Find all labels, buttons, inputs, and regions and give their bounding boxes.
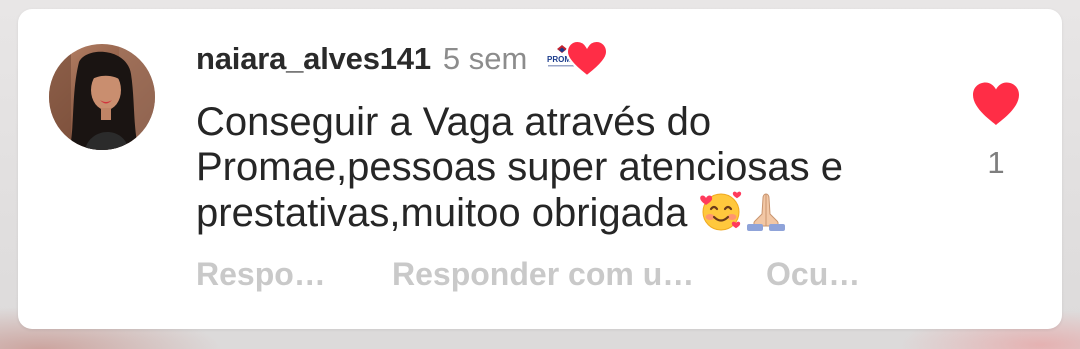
- avatar[interactable]: [49, 44, 155, 150]
- username[interactable]: naiara_alves141: [196, 41, 431, 77]
- hide-button[interactable]: Ocu…: [766, 256, 860, 293]
- creator-like-badge: PROMA: [545, 39, 609, 79]
- like-column: 1: [968, 81, 1024, 181]
- comment-text: Conseguir a Vaga através do Promae,pesso…: [196, 100, 936, 236]
- reply-button[interactable]: Respo…: [196, 256, 392, 293]
- heart-icon: [565, 39, 609, 78]
- comment-actions: Respo… Responder com u… Ocu…: [196, 254, 860, 294]
- folded-hands-icon: [743, 190, 789, 232]
- heart-icon[interactable]: [971, 81, 1021, 127]
- timestamp: 5 sem: [442, 41, 528, 76]
- reply-with-button[interactable]: Responder com u…: [392, 256, 766, 293]
- like-count: 1: [987, 145, 1005, 180]
- comment-card: naiara_alves141 5 sem PROMA Conseguir a …: [18, 9, 1062, 329]
- smiling-face-with-hearts-icon: [699, 190, 743, 232]
- comment-header: naiara_alves141 5 sem PROMA: [196, 37, 609, 81]
